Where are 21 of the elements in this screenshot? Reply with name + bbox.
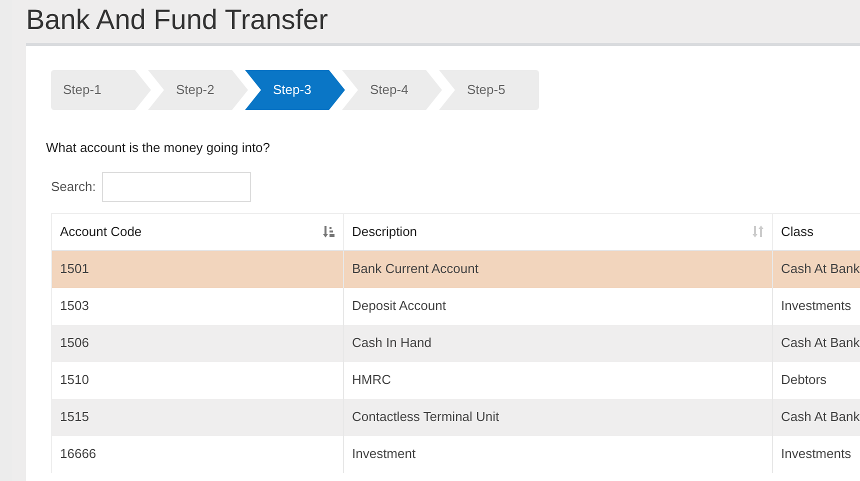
table-row[interactable]: 1503 Deposit Account Investments	[52, 288, 860, 324]
column-header[interactable]: Description	[344, 214, 773, 250]
table-cell: 16666	[52, 436, 344, 472]
search-field[interactable]	[102, 172, 251, 202]
page-title: Bank And Fund Transfer	[26, 3, 329, 37]
table-cell: Investments	[773, 436, 860, 472]
step-tab[interactable]: Step-5	[439, 70, 539, 110]
search-label: Search:	[51, 178, 96, 196]
table-cell: Investment	[344, 436, 773, 472]
column-header[interactable]: Class	[773, 214, 860, 250]
question-text: What account is the money going into?	[46, 139, 272, 157]
table-row[interactable]: 1501 Bank Current Account Cash At Bank	[52, 250, 860, 288]
step-tab[interactable]: Step-2	[148, 70, 248, 110]
step-tab[interactable]: Step-1	[51, 70, 151, 110]
table-row[interactable]: 16666 Investment Investments	[52, 436, 860, 472]
step-tab[interactable]: Step-4	[342, 70, 442, 110]
table-row[interactable]: 1515 Contactless Terminal Unit Cash At Bank	[52, 398, 860, 436]
column-header[interactable]: Account Code	[52, 214, 344, 250]
step-tab[interactable]: Step-3	[245, 70, 345, 110]
table-row[interactable]: 1510 HMRC Debtors	[52, 362, 860, 398]
table-row[interactable]: 1506 Cash In Hand Cash At Bank	[52, 324, 860, 362]
